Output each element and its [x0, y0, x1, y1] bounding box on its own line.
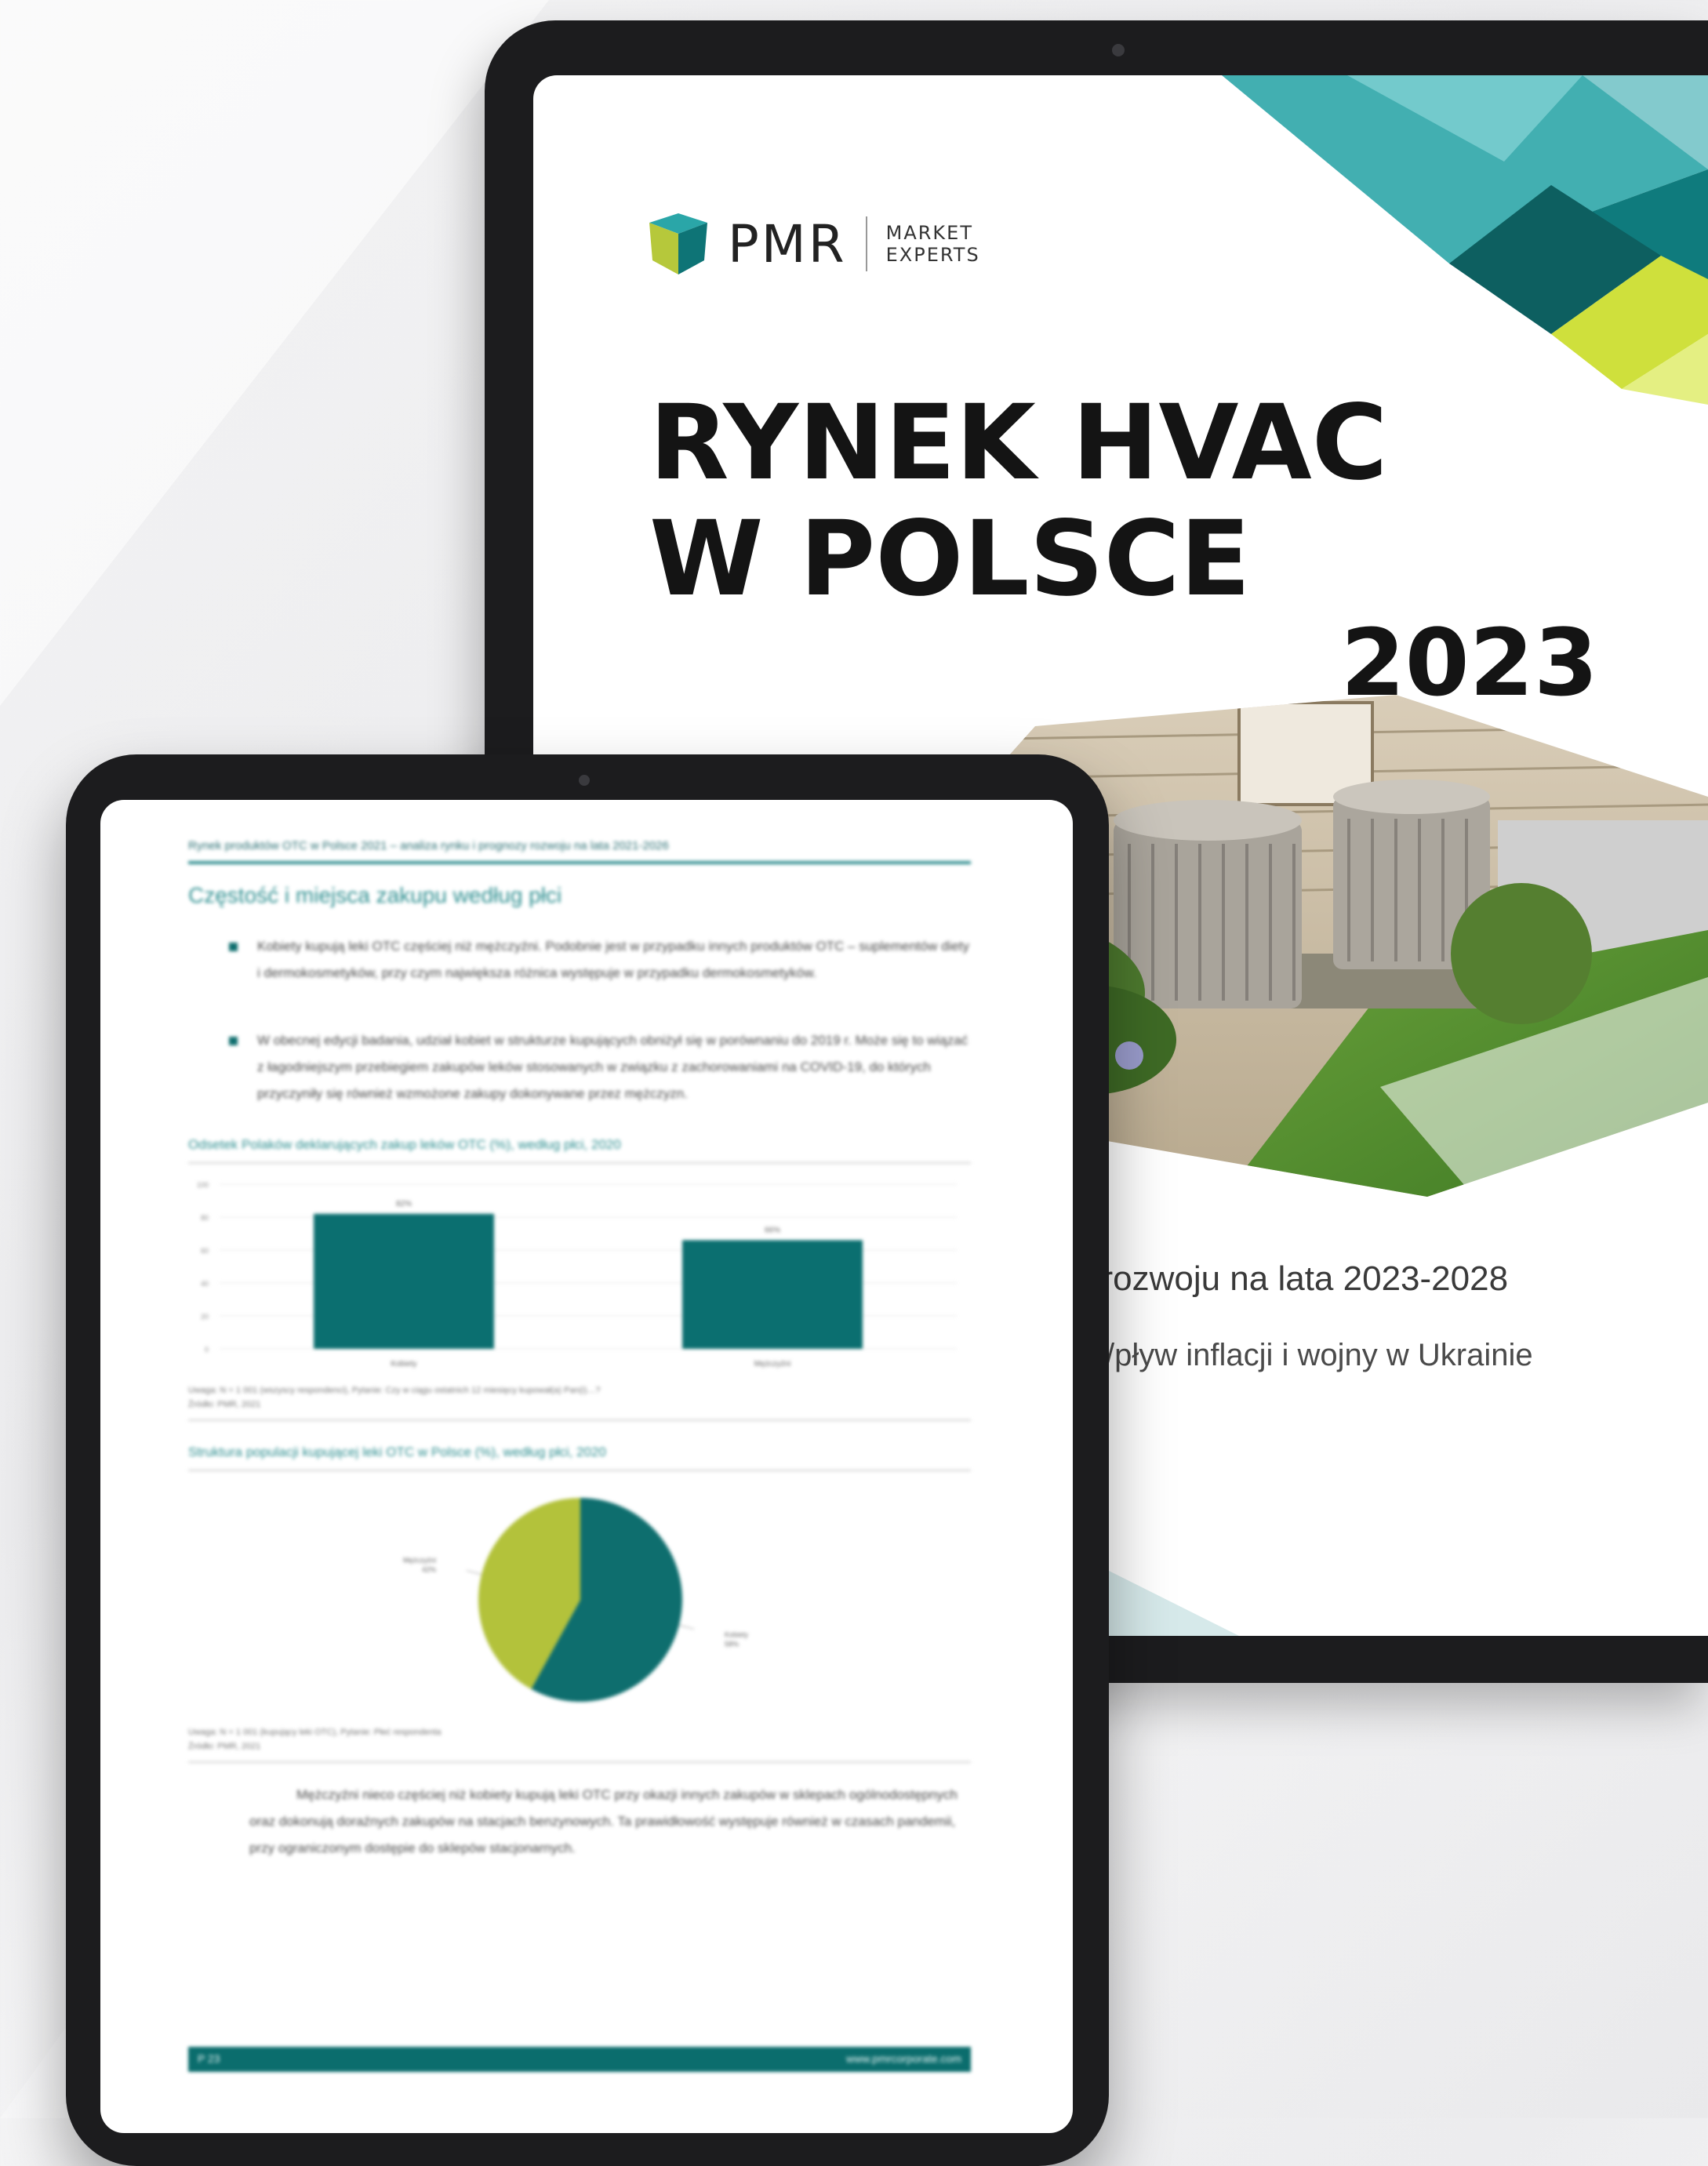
closing-paragraph: Mężczyźni nieco częściej niż kobiety kup… [249, 1787, 958, 1855]
report-header-rule [188, 861, 971, 864]
chart-rule [188, 1419, 971, 1421]
footer-url: www.pmrcorporate.com [845, 2052, 961, 2065]
bar-source-origin: Źródło: PMR, 2021 [188, 1400, 261, 1409]
logo-sub-experts: EXPERTS [885, 244, 980, 266]
bar-value-label: 66% [765, 1226, 780, 1234]
pie-value-label: 42% [422, 1566, 436, 1574]
y-tick-label: 0 [205, 1346, 209, 1354]
cover-title: RYNEK HVAC W POLSCE [649, 385, 1669, 617]
footer-page-number: P 23 [198, 2052, 220, 2065]
pie-leader-line [678, 1624, 695, 1630]
logo-text: PMR [728, 213, 847, 274]
pie-label: Mężczyźni [403, 1557, 436, 1565]
bar-source-note: Uwaga: N = 1 001 (wszyscy respondenci), … [188, 1386, 601, 1395]
report-page: Rynek produktów OTC w Polsce 2021 – anal… [100, 800, 1073, 2133]
report-page-screen: Rynek produktów OTC w Polsce 2021 – anal… [100, 800, 1073, 2133]
y-tick-label: 80 [201, 1214, 209, 1222]
cover-geometric-decoration [1222, 75, 1708, 405]
chart-rule [188, 1470, 971, 1471]
pie-label: Kobiety [725, 1630, 749, 1638]
logo-sub-market: MARKET [885, 222, 973, 244]
bar-chart-source: Uwaga: N = 1 001 (wszyscy respondenci), … [188, 1383, 600, 1412]
y-tick-label: 40 [201, 1280, 209, 1288]
bar [682, 1240, 863, 1349]
camera-dot [1112, 44, 1125, 56]
pie-chart-title: Struktura populacji kupującej leki OTC w… [188, 1445, 606, 1459]
cover-subtitle-1: / rozwoju na lata 2023-2028 [1082, 1259, 1509, 1298]
pie-leader-line [466, 1570, 482, 1575]
bullet-item: W obecnej edycji badania, udział kobiet … [229, 1027, 971, 1107]
logo-subtitle: MARKET EXPERTS [886, 222, 980, 266]
y-tick-label: 100 [197, 1181, 209, 1189]
x-tick-label: Mężczyźni [754, 1360, 791, 1368]
pie-source-origin: Źródło: PMR, 2021 [188, 1742, 261, 1751]
pmr-logo: PMR MARKET EXPERTS [643, 205, 980, 283]
cover-title-line1: RYNEK HVAC [649, 383, 1388, 503]
pie-chart-source: Uwaga: N = 1 001 (kupujący leki OTC), Py… [188, 1725, 442, 1754]
bullet-item: Kobiety kupują leki OTC częściej niż męż… [229, 933, 971, 987]
bar-chart: 100 80 60 40 20 0 82% Kobiety 66% Mężczyźni [197, 1181, 957, 1368]
bar-value-label: 82% [396, 1200, 412, 1208]
bar [314, 1213, 494, 1349]
camera-dot [579, 775, 590, 786]
report-footer: P 23 www.pmrcorporate.com [188, 2047, 971, 2072]
pie-value-label: 58% [725, 1640, 739, 1648]
report-header: Rynek produktów OTC w Polsce 2021 – anal… [188, 839, 669, 852]
chart-rule [188, 1162, 971, 1164]
y-tick-label: 20 [201, 1313, 209, 1321]
y-tick-label: 60 [201, 1247, 209, 1255]
pie-source-note: Uwaga: N = 1 001 (kupujący leki OTC), Py… [188, 1728, 442, 1737]
logo-separator [865, 216, 867, 271]
bar-chart-title: Odsetek Polaków deklarujących zakup lekó… [188, 1137, 621, 1152]
pmr-logo-icon [649, 213, 707, 274]
cover-title-line2: W POLSCE [649, 499, 1251, 620]
pie-chart: Kobiety 58% Mężczyźni42% [403, 1498, 749, 1702]
x-tick-label: Kobiety [391, 1360, 416, 1368]
cover-subtitle-2: /pływ inflacji i wojny w Ukrainie [1106, 1338, 1533, 1372]
tablet-front: Rynek produktów OTC w Polsce 2021 – anal… [66, 754, 1109, 2166]
background-shard [0, 0, 549, 706]
chart-rule [188, 1761, 971, 1763]
section-title: Częstość i miejsca zakupu według płci [188, 883, 562, 907]
